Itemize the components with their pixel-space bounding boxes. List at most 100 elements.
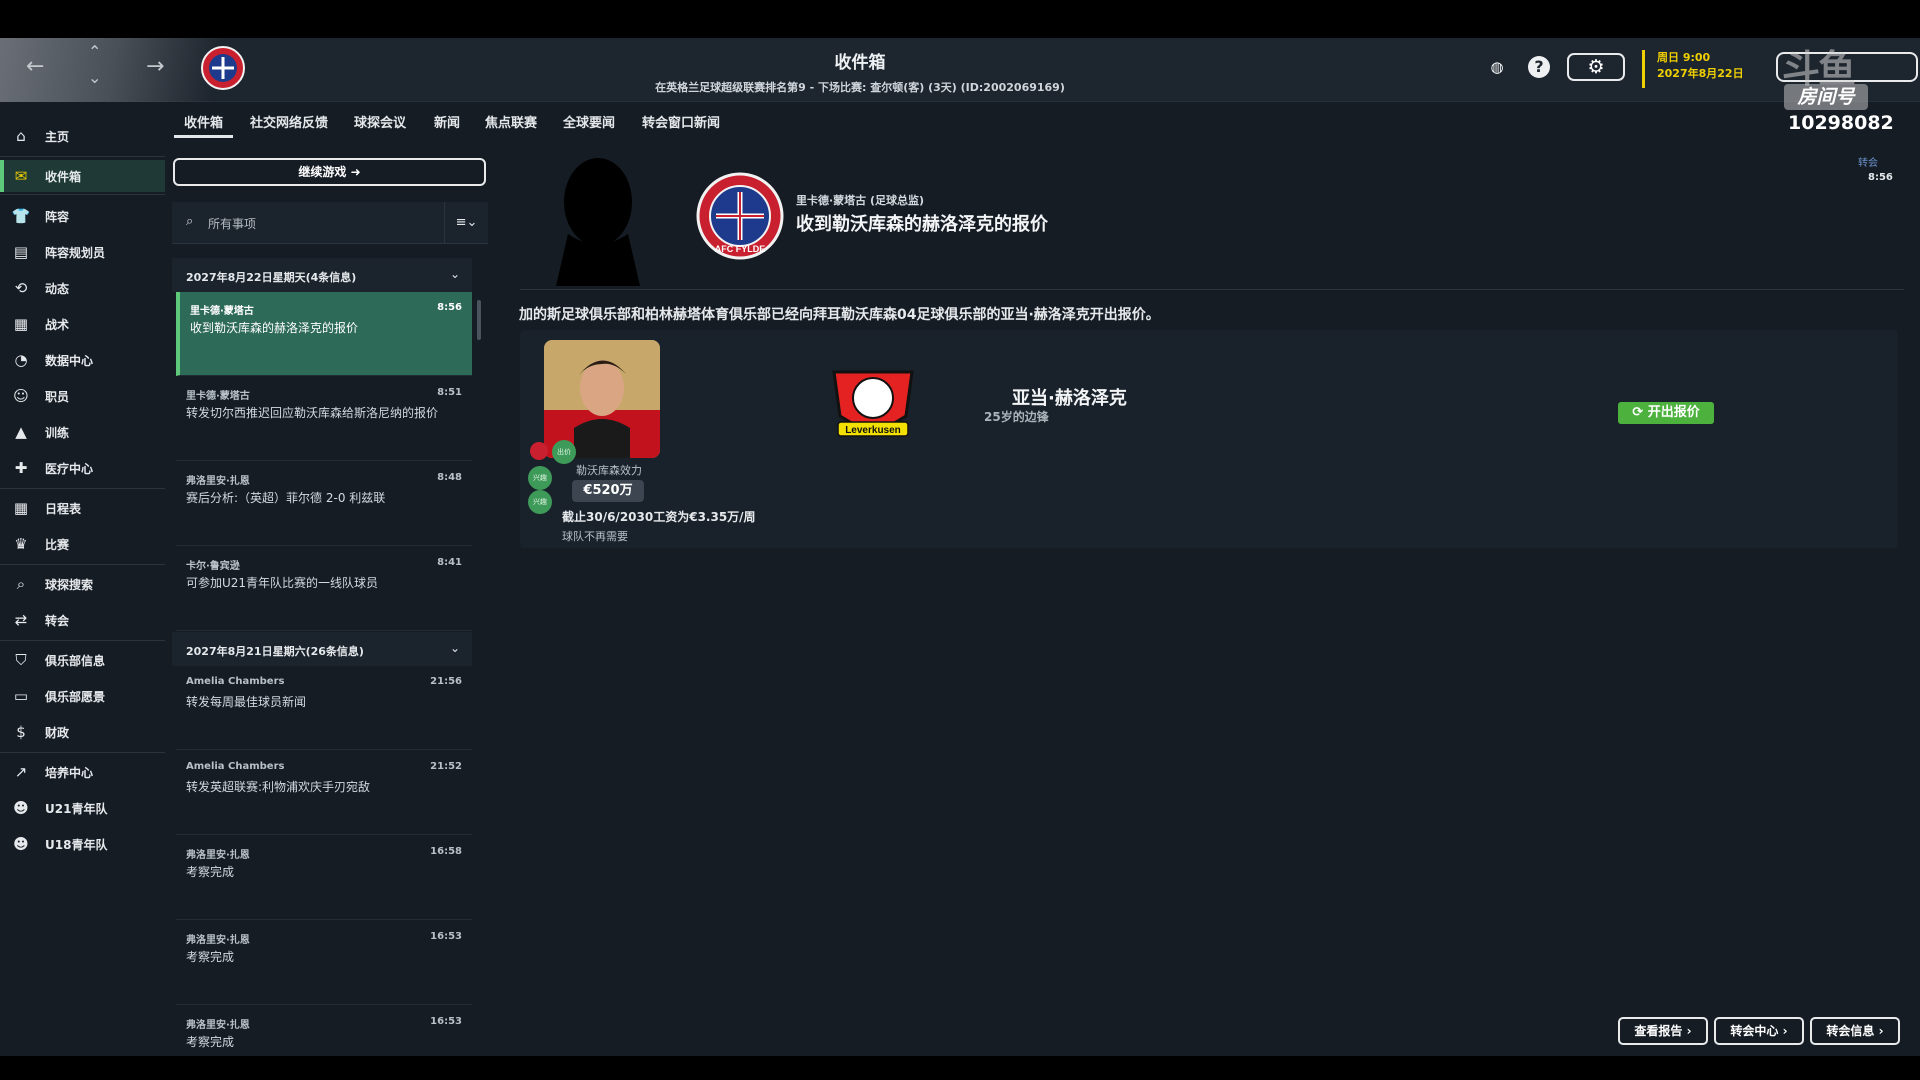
club-badge-caption: AFC FYLDE xyxy=(715,244,766,254)
tab-inbox[interactable]: 收件箱 xyxy=(173,112,234,138)
globe-icon[interactable]: ◍ xyxy=(1484,54,1510,80)
date-time: 周日 9:00 xyxy=(1657,51,1711,64)
view-report-button[interactable]: 查看报告 › xyxy=(1618,1017,1708,1045)
sidebar-item-squad-planner[interactable]: ▤ 阵容规划员 xyxy=(0,236,165,268)
club-badge-caption: Leverkusen xyxy=(845,425,901,436)
sidebar-item-medical[interactable]: ✚ 医疗中心 xyxy=(0,452,165,484)
tactics-icon: ▦ xyxy=(13,315,29,333)
sidebar-item-scout-search[interactable]: ⌕ 球探搜索 xyxy=(0,568,165,600)
sidebar-item-tactics[interactable]: ▦ 战术 xyxy=(0,308,165,340)
forward-arrow-icon[interactable]: → xyxy=(146,54,164,79)
sidebar-item-finances[interactable]: $ 财政 xyxy=(0,716,165,748)
chevron-down-icon: ⌄ xyxy=(449,267,460,281)
search-input[interactable]: ⌕ 所有事项 xyxy=(172,202,444,244)
group-header-aug22[interactable]: 2027年8月22日星期天(4条信息) ⌄ xyxy=(172,258,472,292)
group-header-aug21[interactable]: 2027年8月21日星期六(26条信息) ⌄ xyxy=(172,632,472,666)
leverkusen-badge-icon[interactable]: Leverkusen xyxy=(826,364,920,440)
list-item[interactable]: 弗洛里安·扎恩 16:53 考察完成 xyxy=(176,1006,472,1056)
message-subject: 考察完成 xyxy=(186,950,235,964)
tab-focus-leagues[interactable]: 焦点联赛 xyxy=(485,112,537,131)
player-name[interactable]: 亚当·赫洛泽克 xyxy=(1012,384,1127,410)
page-title: 收件箱 xyxy=(834,53,886,73)
list-item[interactable]: 里卡德·蒙塔古 8:56 收到勒沃库森的赫洛泽克的报价 xyxy=(176,292,472,376)
player-description: 25岁的边锋 xyxy=(984,410,1049,424)
interest-badge: 兴趣 xyxy=(528,466,552,490)
sidebar-item-staff[interactable]: ☺ 职员 xyxy=(0,380,165,412)
filter-menu-icon: ≡⌄ xyxy=(455,215,478,230)
sidebar-item-inbox[interactable]: ✉ 收件箱 xyxy=(0,160,165,192)
message-time: 16:53 xyxy=(430,1016,462,1027)
message-time: 8:48 xyxy=(437,472,462,483)
sidebar-item-club-vision[interactable]: ▭ 俱乐部愿景 xyxy=(0,680,165,712)
message-list-panel: 继续游戏 ➜ ⌕ 所有事项 ≡⌄ 2027年8月22日星期天(4条信息) ⌄ 里… xyxy=(172,150,488,1056)
message-subject: 转发切尔西推迟回应勒沃库森给斯洛尼纳的报价 xyxy=(186,406,439,420)
sidebar-item-label: 转会 xyxy=(45,613,70,628)
list-item[interactable]: 弗洛里安·扎恩 8:48 赛后分析:（英超）菲尔德 2-0 利兹联 xyxy=(176,462,472,546)
tab-scouting-meeting[interactable]: 球探会议 xyxy=(354,112,406,131)
message-sender: 弗洛里安·扎恩 xyxy=(186,476,250,487)
continue-game-button[interactable]: 继续游戏 ➜ xyxy=(173,158,486,186)
continue-label: 继续游戏 xyxy=(298,165,347,179)
refresh-icon: ⟳ xyxy=(1632,405,1644,420)
player-card: 出价 兴趣 兴趣 勒沃库森效力 €520万 截止30/6/2030工资为€3.3… xyxy=(520,330,1898,548)
sidebar-item-label: 阵容 xyxy=(45,209,70,224)
sidebar-item-data-hub[interactable]: ◔ 数据中心 xyxy=(0,344,165,376)
transfer-value[interactable]: €520万 xyxy=(572,480,644,502)
message-time: 21:56 xyxy=(430,676,462,687)
filter-button[interactable]: ≡⌄ xyxy=(444,202,488,244)
sidebar-item-development[interactable]: ↗ 培养中心 xyxy=(0,756,165,788)
transfer-info-button[interactable]: 转会信息 › xyxy=(1810,1017,1900,1045)
sidebar-item-dynamics[interactable]: ⟲ 动态 xyxy=(0,272,165,304)
up-arrow-icon[interactable]: ⌃ xyxy=(88,42,101,61)
list-item[interactable]: 里卡德·蒙塔古 8:51 转发切尔西推迟回应勒沃库森给斯洛尼纳的报价 xyxy=(176,377,472,461)
home-icon: ⌂ xyxy=(16,127,26,145)
sidebar-item-label: 财政 xyxy=(45,725,70,740)
sidebar-item-u18[interactable]: ☻ U18青年队 xyxy=(0,828,165,860)
message-sender: 里卡德·蒙塔古 xyxy=(190,306,254,317)
message-sender: 里卡德·蒙塔古 xyxy=(186,391,250,402)
plays-for: 勒沃库森效力 xyxy=(576,464,642,477)
tab-transfer-window-news[interactable]: 转会窗口新闻 xyxy=(642,112,720,131)
list-item[interactable]: Amelia Chambers 21:56 转发每周最佳球员新闻 xyxy=(176,666,472,750)
sidebar-item-label: U18青年队 xyxy=(45,837,108,852)
settings-button[interactable]: ⚙ xyxy=(1567,53,1625,81)
inbox-icon: ✉ xyxy=(14,167,28,185)
message-subject: 可参加U21青年队比赛的一线队球员 xyxy=(186,576,379,590)
sidebar-item-home[interactable]: ⌂ 主页 xyxy=(0,120,165,152)
clipboard-icon: ▤ xyxy=(13,243,29,261)
club-shield-icon: ⛉ xyxy=(15,651,27,669)
tab-news[interactable]: 新闻 xyxy=(434,112,460,131)
list-item[interactable]: 弗洛里安·扎恩 16:53 考察完成 xyxy=(176,921,472,1005)
help-icon[interactable]: ? xyxy=(1528,56,1550,78)
club-badge-icon[interactable] xyxy=(200,45,246,91)
list-item[interactable]: 弗洛里安·扎恩 16:58 考察完成 xyxy=(176,836,472,920)
club-badge-large-icon: AFC FYLDE xyxy=(696,172,784,260)
chevron-right-icon: › xyxy=(1686,1024,1692,1038)
transfer-center-button[interactable]: 转会中心 › xyxy=(1714,1017,1804,1045)
sidebar-item-schedule[interactable]: ▦ 日程表 xyxy=(0,492,165,524)
make-offer-button[interactable]: ⟳ 开出报价 xyxy=(1618,402,1714,424)
sidebar-item-training[interactable]: ▲ 训练 xyxy=(0,416,165,448)
tab-world-news[interactable]: 全球要闻 xyxy=(563,112,615,131)
staff-icon: ☺ xyxy=(13,387,29,405)
tab-social-feedback[interactable]: 社交网络反馈 xyxy=(250,112,328,131)
date-day: 2027年8月22日 xyxy=(1657,67,1744,80)
message-time: 21:52 xyxy=(430,761,462,772)
back-arrow-icon[interactable]: ← xyxy=(26,54,44,79)
sidebar-item-club-info[interactable]: ⛉ 俱乐部信息 xyxy=(0,644,165,676)
list-item[interactable]: Amelia Chambers 21:52 转发英超联赛:利物浦欢庆手刃宛敌 xyxy=(176,751,472,835)
down-arrow-icon[interactable]: ⌄ xyxy=(88,68,101,87)
transfer-info-label: 转会信息 xyxy=(1826,1024,1875,1038)
group-title: 2027年8月21日星期六(26条信息) xyxy=(186,645,364,658)
transfer-center-label: 转会中心 xyxy=(1730,1024,1779,1038)
bid-badge: 出价 xyxy=(552,440,576,464)
sidebar-item-transfers[interactable]: ⇄ 转会 xyxy=(0,604,165,636)
sidebar-item-label: 动态 xyxy=(45,281,70,296)
list-item[interactable]: 卡尔·鲁宾逊 8:41 可参加U21青年队比赛的一线队球员 xyxy=(176,547,472,631)
transfer-tag[interactable]: 转会 xyxy=(1858,154,1878,169)
list-scrollbar[interactable] xyxy=(477,300,481,340)
sidebar-item-squad[interactable]: 👕 阵容 xyxy=(0,200,165,232)
sidebar-item-u21[interactable]: ☻ U21青年队 xyxy=(0,792,165,824)
sidebar-item-competitions[interactable]: ♛ 比赛 xyxy=(0,528,165,560)
scout-search-icon: ⌕ xyxy=(16,575,26,593)
